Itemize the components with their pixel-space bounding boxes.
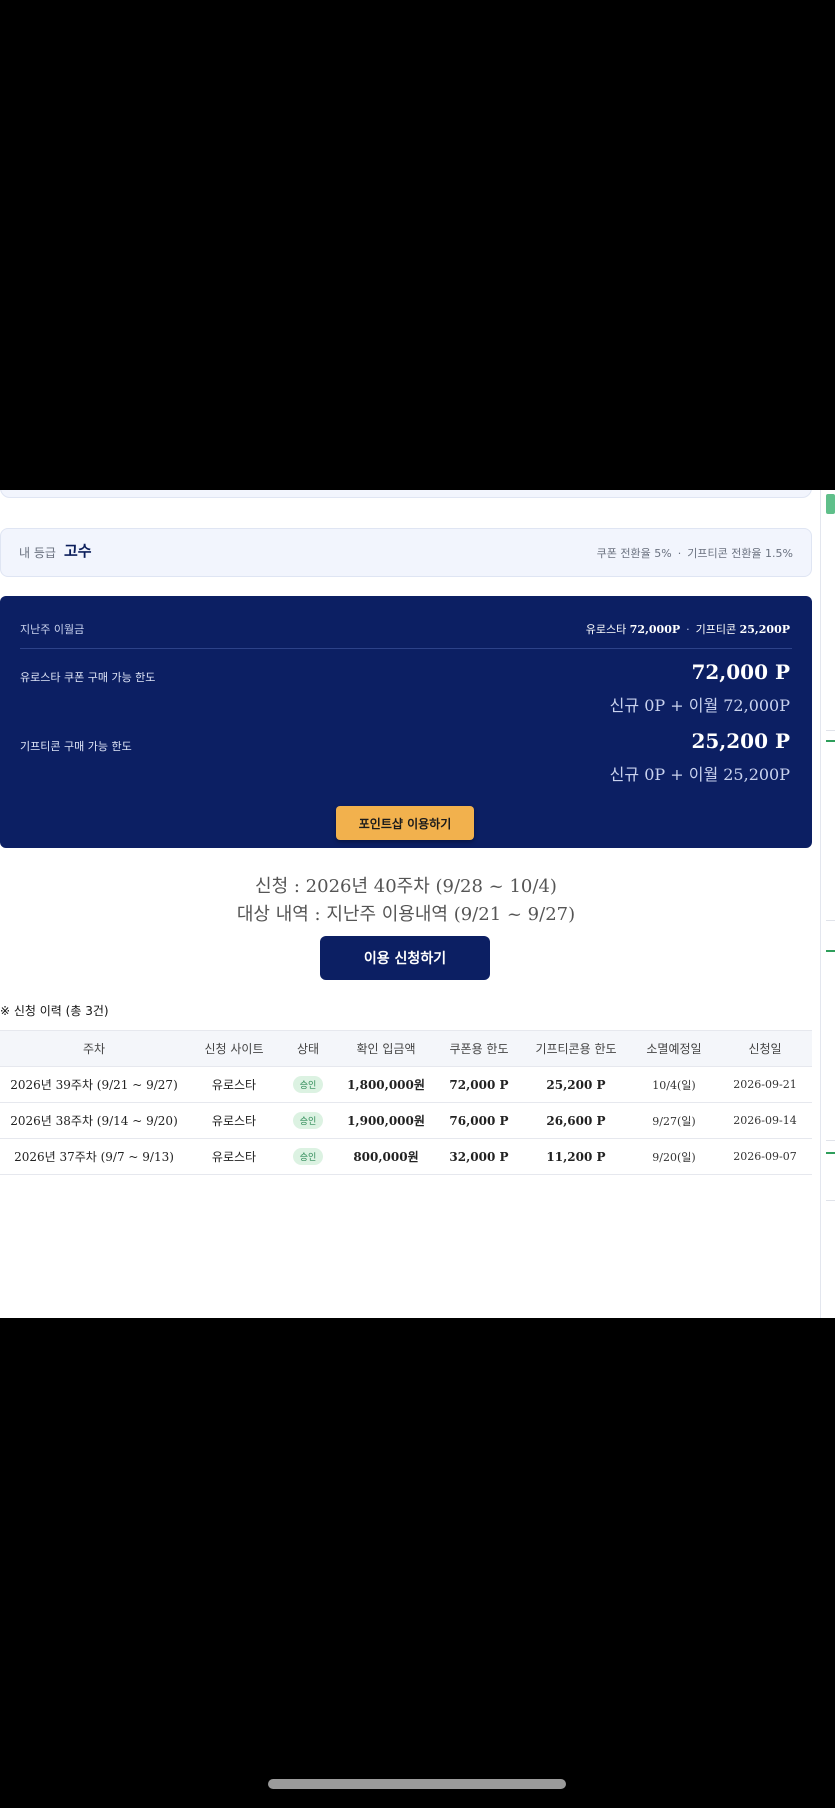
cell-gifticon-limit: 25,200 P [522, 1066, 630, 1103]
cell-deposit: 1,800,000원 [336, 1066, 436, 1103]
cell-gifticon-limit: 26,600 P [522, 1102, 630, 1139]
table-header-row: 주차 신청 사이트 상태 확인 입금액 쿠폰용 한도 기프티콘용 한도 소멸예정… [0, 1030, 812, 1067]
eurostar-limit-label: 유로스타 쿠폰 구매 가능 한도 [20, 671, 156, 684]
cell-site: 유로스타 [188, 1102, 280, 1139]
carryover-eurostar-value: 72,000P [629, 623, 681, 636]
gifticon-limit-amount: 25,200 P [691, 729, 790, 753]
adjacent-panel-accent [826, 950, 835, 952]
history-title: ※ 신청 이력 (총 3건) [0, 1004, 109, 1018]
eurostar-limit-detail: 신규 0P + 이월 72,000P [609, 696, 790, 715]
status-badge: 승인 [292, 1112, 324, 1129]
status-badge: 승인 [292, 1148, 324, 1165]
cell-week: 2026년 38주차 (9/14 ~ 9/20) [0, 1102, 188, 1139]
carryover-label: 지난주 이월금 [20, 623, 85, 636]
status-badge: 승인 [292, 1076, 324, 1093]
carryover-gifticon-value: 25,200P [739, 623, 790, 636]
cell-week: 2026년 37주차 (9/7 ~ 9/13) [0, 1138, 188, 1175]
app-screen: 내 등급 고수 쿠폰 전환율 5% · 기프티콘 전환율 1.5% 지난주 이월금 … [0, 490, 835, 1318]
cell-coupon-limit: 32,000 P [436, 1138, 522, 1175]
table-row: 2026년 39주차 (9/21 ~ 9/27) 유로스타 승인 1,800,0… [0, 1066, 812, 1103]
rate-separator: · [677, 547, 682, 560]
adjacent-panel-edge [820, 490, 835, 1318]
carryover-gifticon-prefix: 기프티콘 [695, 623, 737, 636]
table-row: 2026년 37주차 (9/7 ~ 9/13) 유로스타 승인 800,000원… [0, 1138, 812, 1175]
carryover-values: 유로스타 72,000P · 기프티콘 25,200P [586, 621, 790, 637]
coupon-rate: 쿠폰 전환율 5% [596, 547, 672, 560]
grade-value: 고수 [64, 542, 92, 560]
pointshop-button[interactable]: 포인트샵 이용하기 [336, 806, 474, 840]
column-header-week: 주차 [0, 1030, 188, 1067]
gifticon-rate: 기프티콘 전환율 1.5% [687, 547, 793, 560]
table-row: 2026년 38주차 (9/14 ~ 9/20) 유로스타 승인 1,900,0… [0, 1102, 812, 1139]
column-header-apply-date: 신청일 [718, 1030, 812, 1067]
adjacent-panel-divider [826, 1200, 835, 1201]
cell-site: 유로스타 [188, 1066, 280, 1103]
cell-expire-date: 9/27(일) [630, 1102, 718, 1139]
grade-label: 내 등급 [19, 546, 56, 560]
column-header-coupon-limit: 쿠폰용 한도 [436, 1030, 522, 1067]
cell-apply-date: 2026-09-21 [718, 1066, 812, 1103]
cell-deposit: 1,900,000원 [336, 1102, 436, 1139]
cell-expire-date: 9/20(일) [630, 1138, 718, 1175]
grade-card: 내 등급 고수 쿠폰 전환율 5% · 기프티콘 전환율 1.5% [0, 528, 812, 577]
eurostar-limit-amount: 72,000 P [691, 660, 790, 684]
home-indicator [268, 1779, 566, 1789]
column-header-status: 상태 [280, 1030, 336, 1067]
cell-coupon-limit: 76,000 P [436, 1102, 522, 1139]
history-table: 주차 신청 사이트 상태 확인 입금액 쿠폰용 한도 기프티콘용 한도 소멸예정… [0, 1030, 812, 1175]
cell-apply-date: 2026-09-14 [718, 1102, 812, 1139]
adjacent-panel-tab [826, 494, 835, 514]
point-limit-card: 지난주 이월금 유로스타 72,000P · 기프티콘 25,200P 유로스타 쿠… [0, 596, 812, 848]
cell-coupon-limit: 72,000 P [436, 1066, 522, 1103]
cell-status: 승인 [280, 1102, 336, 1139]
apply-usage-button[interactable]: 이용 신청하기 [320, 936, 490, 980]
column-header-expire-date: 소멸예정일 [630, 1030, 718, 1067]
card-divider [20, 648, 792, 649]
apply-week-text: 신청 : 2026년 40주차 (9/28 ~ 10/4) [255, 876, 557, 897]
adjacent-panel-divider [826, 1140, 835, 1141]
column-header-gifticon-limit: 기프티콘용 한도 [522, 1030, 630, 1067]
cell-deposit: 800,000원 [336, 1138, 436, 1175]
cell-status: 승인 [280, 1138, 336, 1175]
cell-expire-date: 10/4(일) [630, 1066, 718, 1103]
gifticon-limit-detail: 신규 0P + 이월 25,200P [609, 765, 790, 784]
adjacent-panel-divider [826, 730, 835, 731]
adjacent-panel-accent [826, 1152, 835, 1154]
carryover-eurostar-prefix: 유로스타 [585, 623, 627, 636]
top-card-edge [0, 490, 812, 498]
conversion-rates: 쿠폰 전환율 5% · 기프티콘 전환율 1.5% [597, 545, 793, 561]
carryover-separator: · [686, 623, 690, 636]
column-header-deposit: 확인 입금액 [336, 1030, 436, 1067]
apply-target-text: 대상 내역 : 지난주 이용내역 (9/21 ~ 9/27) [236, 904, 576, 925]
adjacent-panel-divider [826, 920, 835, 921]
gifticon-limit-label: 기프티콘 구매 가능 한도 [20, 740, 132, 753]
cell-gifticon-limit: 11,200 P [522, 1138, 630, 1175]
cell-apply-date: 2026-09-07 [718, 1138, 812, 1175]
column-header-site: 신청 사이트 [188, 1030, 280, 1067]
cell-status: 승인 [280, 1066, 336, 1103]
cell-week: 2026년 39주차 (9/21 ~ 9/27) [0, 1066, 188, 1103]
cell-site: 유로스타 [188, 1138, 280, 1175]
adjacent-panel-accent [826, 740, 835, 742]
